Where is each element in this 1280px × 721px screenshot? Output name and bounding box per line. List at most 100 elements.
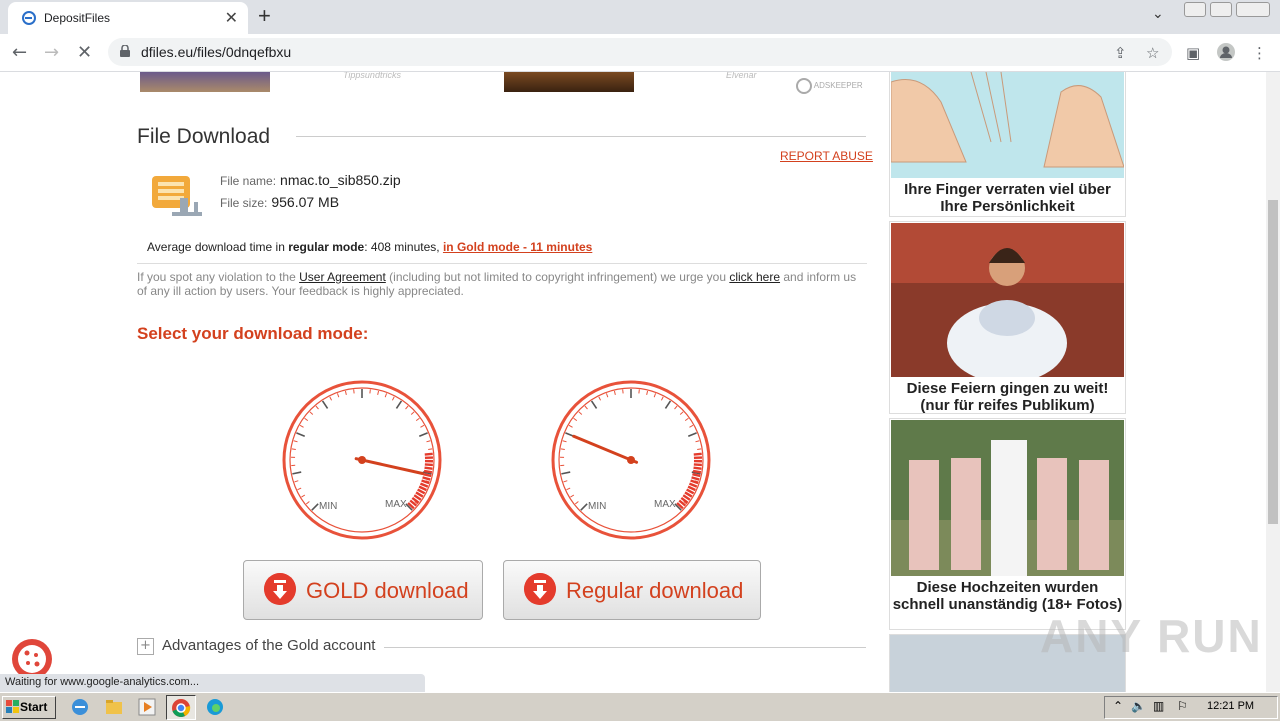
download-arrow-icon [264, 573, 296, 605]
menu-kebab-icon[interactable]: ⋮ [1252, 44, 1267, 62]
start-button[interactable]: Start [2, 696, 56, 719]
violation-text-1: If you spot any violation to the [137, 270, 299, 284]
profile-avatar-icon[interactable] [1216, 42, 1236, 62]
avg-prefix: Average download time in [147, 240, 288, 254]
gauge-redzone-tick [694, 464, 702, 465]
network-icon[interactable]: ▥ [1153, 699, 1164, 713]
tab-depositfiles[interactable]: DepositFiles ✕ [8, 2, 248, 34]
scrollbar-thumb[interactable] [1268, 200, 1278, 524]
title-divider [296, 136, 866, 137]
user-agreement-link[interactable]: User Agreement [299, 270, 386, 284]
average-download-time: Average download time in regular mode: 4… [147, 240, 592, 254]
gold-speed-gauge: MIN MAX [279, 377, 445, 543]
explorer-folder-icon[interactable] [104, 697, 124, 717]
address-bar[interactable]: dfiles.eu/files/0dnqefbxu [108, 38, 1172, 66]
tray-expand-icon[interactable]: ⌃ [1113, 699, 1123, 713]
side-ad-1-image [891, 72, 1124, 178]
gauge-redzone-tick [425, 468, 433, 469]
action-center-flag-icon[interactable]: ⚐ [1177, 699, 1188, 713]
tab-search-chevron-icon[interactable]: ⌄ [1152, 6, 1164, 22]
cookie-settings-icon[interactable] [12, 639, 52, 679]
gold-download-button[interactable]: GOLD download [243, 560, 483, 620]
violation-text-2: (including but not limited to copyright … [386, 270, 730, 284]
gold-download-label: GOLD download [306, 578, 469, 604]
regular-gauge-min-label: MIN [588, 501, 606, 512]
page-scrollbar[interactable] [1266, 72, 1280, 692]
media-player-icon[interactable] [137, 697, 157, 717]
regular-download-button[interactable]: Regular download [503, 560, 761, 620]
top-ad-image-1[interactable] [140, 72, 270, 92]
new-tab-button[interactable]: + [258, 3, 271, 29]
click-here-link[interactable]: click here [729, 270, 780, 284]
forward-arrow-icon[interactable]: → [44, 42, 59, 63]
top-ad-caption-2[interactable]: Elvenar [726, 72, 757, 80]
page-title: File Download [137, 125, 270, 149]
avg-regular-time: : 408 minutes, [364, 240, 443, 254]
back-arrow-icon[interactable]: ← [12, 42, 27, 63]
side-ad-2[interactable]: Diese Feiern gingen zu weit! (nur für re… [889, 221, 1126, 414]
chrome-taskbar-button[interactable] [166, 695, 196, 720]
top-ad-caption-1[interactable]: Tippsundtricks [343, 72, 401, 80]
start-label: Start [20, 700, 47, 714]
download-arrow-icon [524, 573, 556, 605]
tab-title: DepositFiles [44, 11, 110, 25]
advantages-divider [384, 647, 866, 648]
side-ad-3-caption[interactable]: Diese Hochzeiten wurden schnell unanstän… [890, 579, 1125, 613]
volume-icon[interactable]: 🔈 [1131, 699, 1146, 713]
gauge-redzone-tick [424, 471, 432, 472]
regular-gauge-hub [627, 456, 635, 464]
bookmark-star-icon[interactable]: ☆ [1146, 44, 1159, 62]
side-ad-3-image [891, 420, 1124, 576]
adskeeper-logo[interactable]: ADSKEEPER [796, 78, 863, 94]
gauge-redzone-tick [425, 464, 433, 465]
gauge-tick [697, 449, 701, 450]
stop-loading-icon[interactable]: ✕ [77, 42, 92, 63]
status-bar: Waiting for www.google-analytics.com... [0, 674, 425, 692]
minimize-button[interactable] [1184, 2, 1206, 17]
expand-plus-icon[interactable]: + [137, 638, 154, 655]
anyrun-watermark: ANY RUN [1040, 609, 1263, 663]
url-text[interactable]: dfiles.eu/files/0dnqefbxu [141, 44, 291, 60]
regular-speed-gauge: MIN MAX [548, 377, 714, 543]
ie-icon[interactable] [70, 697, 90, 717]
side-ad-2-caption[interactable]: Diese Feiern gingen zu weit! (nur für re… [890, 380, 1125, 414]
browser-toolbar: ← → ✕ dfiles.eu/files/0dnqefbxu ⇪ ☆ ▣ ⋮ [0, 34, 1280, 72]
edge-icon[interactable] [205, 697, 225, 717]
status-text: Waiting for www.google-analytics.com... [5, 676, 199, 688]
tab-close-icon[interactable]: ✕ [225, 8, 238, 27]
side-ad-1[interactable]: Ihre Finger verraten viel über Ihre Pers… [889, 72, 1126, 217]
side-ad-3[interactable]: Diese Hochzeiten wurden schnell unanstän… [889, 418, 1126, 630]
advantages-label: Advantages of the Gold account [162, 637, 375, 654]
gauge-tick [428, 449, 432, 450]
violation-notice: If you spot any violation to the User Ag… [137, 270, 867, 298]
divider [137, 263, 867, 264]
file-name-row: File name:nmac.to_sib850.zip [220, 172, 401, 188]
depositfiles-favicon-icon [22, 11, 36, 25]
side-panel-icon[interactable]: ▣ [1186, 44, 1200, 62]
side-ad-1-caption[interactable]: Ihre Finger verraten viel über Ihre Pers… [890, 181, 1125, 215]
gauge-tick [292, 449, 296, 450]
gauge-redzone-tick [425, 454, 433, 455]
top-ad-image-2[interactable] [504, 72, 634, 92]
report-abuse-link[interactable]: REPORT ABUSE [780, 149, 873, 163]
zip-archive-icon [150, 172, 206, 220]
windows-logo-icon [6, 700, 19, 713]
close-window-button[interactable] [1236, 2, 1270, 17]
gold-mode-link[interactable]: in Gold mode - 11 minutes [443, 240, 592, 254]
windows-taskbar: Start ⌃ 🔈 ▥ ⚐ 12:21 PM [0, 692, 1280, 721]
select-mode-heading: Select your download mode: [137, 324, 368, 344]
gold-gauge-hub [358, 456, 366, 464]
gold-gauge-max-label: MAX [385, 499, 407, 510]
taskbar-clock[interactable]: 12:21 PM [1207, 700, 1254, 712]
tab-strip: DepositFiles ✕ + ⌄ [0, 0, 1280, 34]
regular-gauge-max-label: MAX [654, 499, 676, 510]
share-icon[interactable]: ⇪ [1114, 44, 1127, 62]
page-content: Tippsundtricks Elvenar ADSKEEPER File Do… [0, 72, 1266, 692]
file-size-row: File size:956.07 MB [220, 194, 339, 210]
adskeeper-label: ADSKEEPER [814, 81, 863, 90]
gauge-redzone-tick [693, 471, 701, 472]
gold-gauge-min-label: MIN [319, 501, 337, 512]
lock-icon[interactable] [120, 45, 130, 57]
restore-button[interactable] [1210, 2, 1232, 17]
file-size-value: 956.07 MB [271, 194, 339, 210]
